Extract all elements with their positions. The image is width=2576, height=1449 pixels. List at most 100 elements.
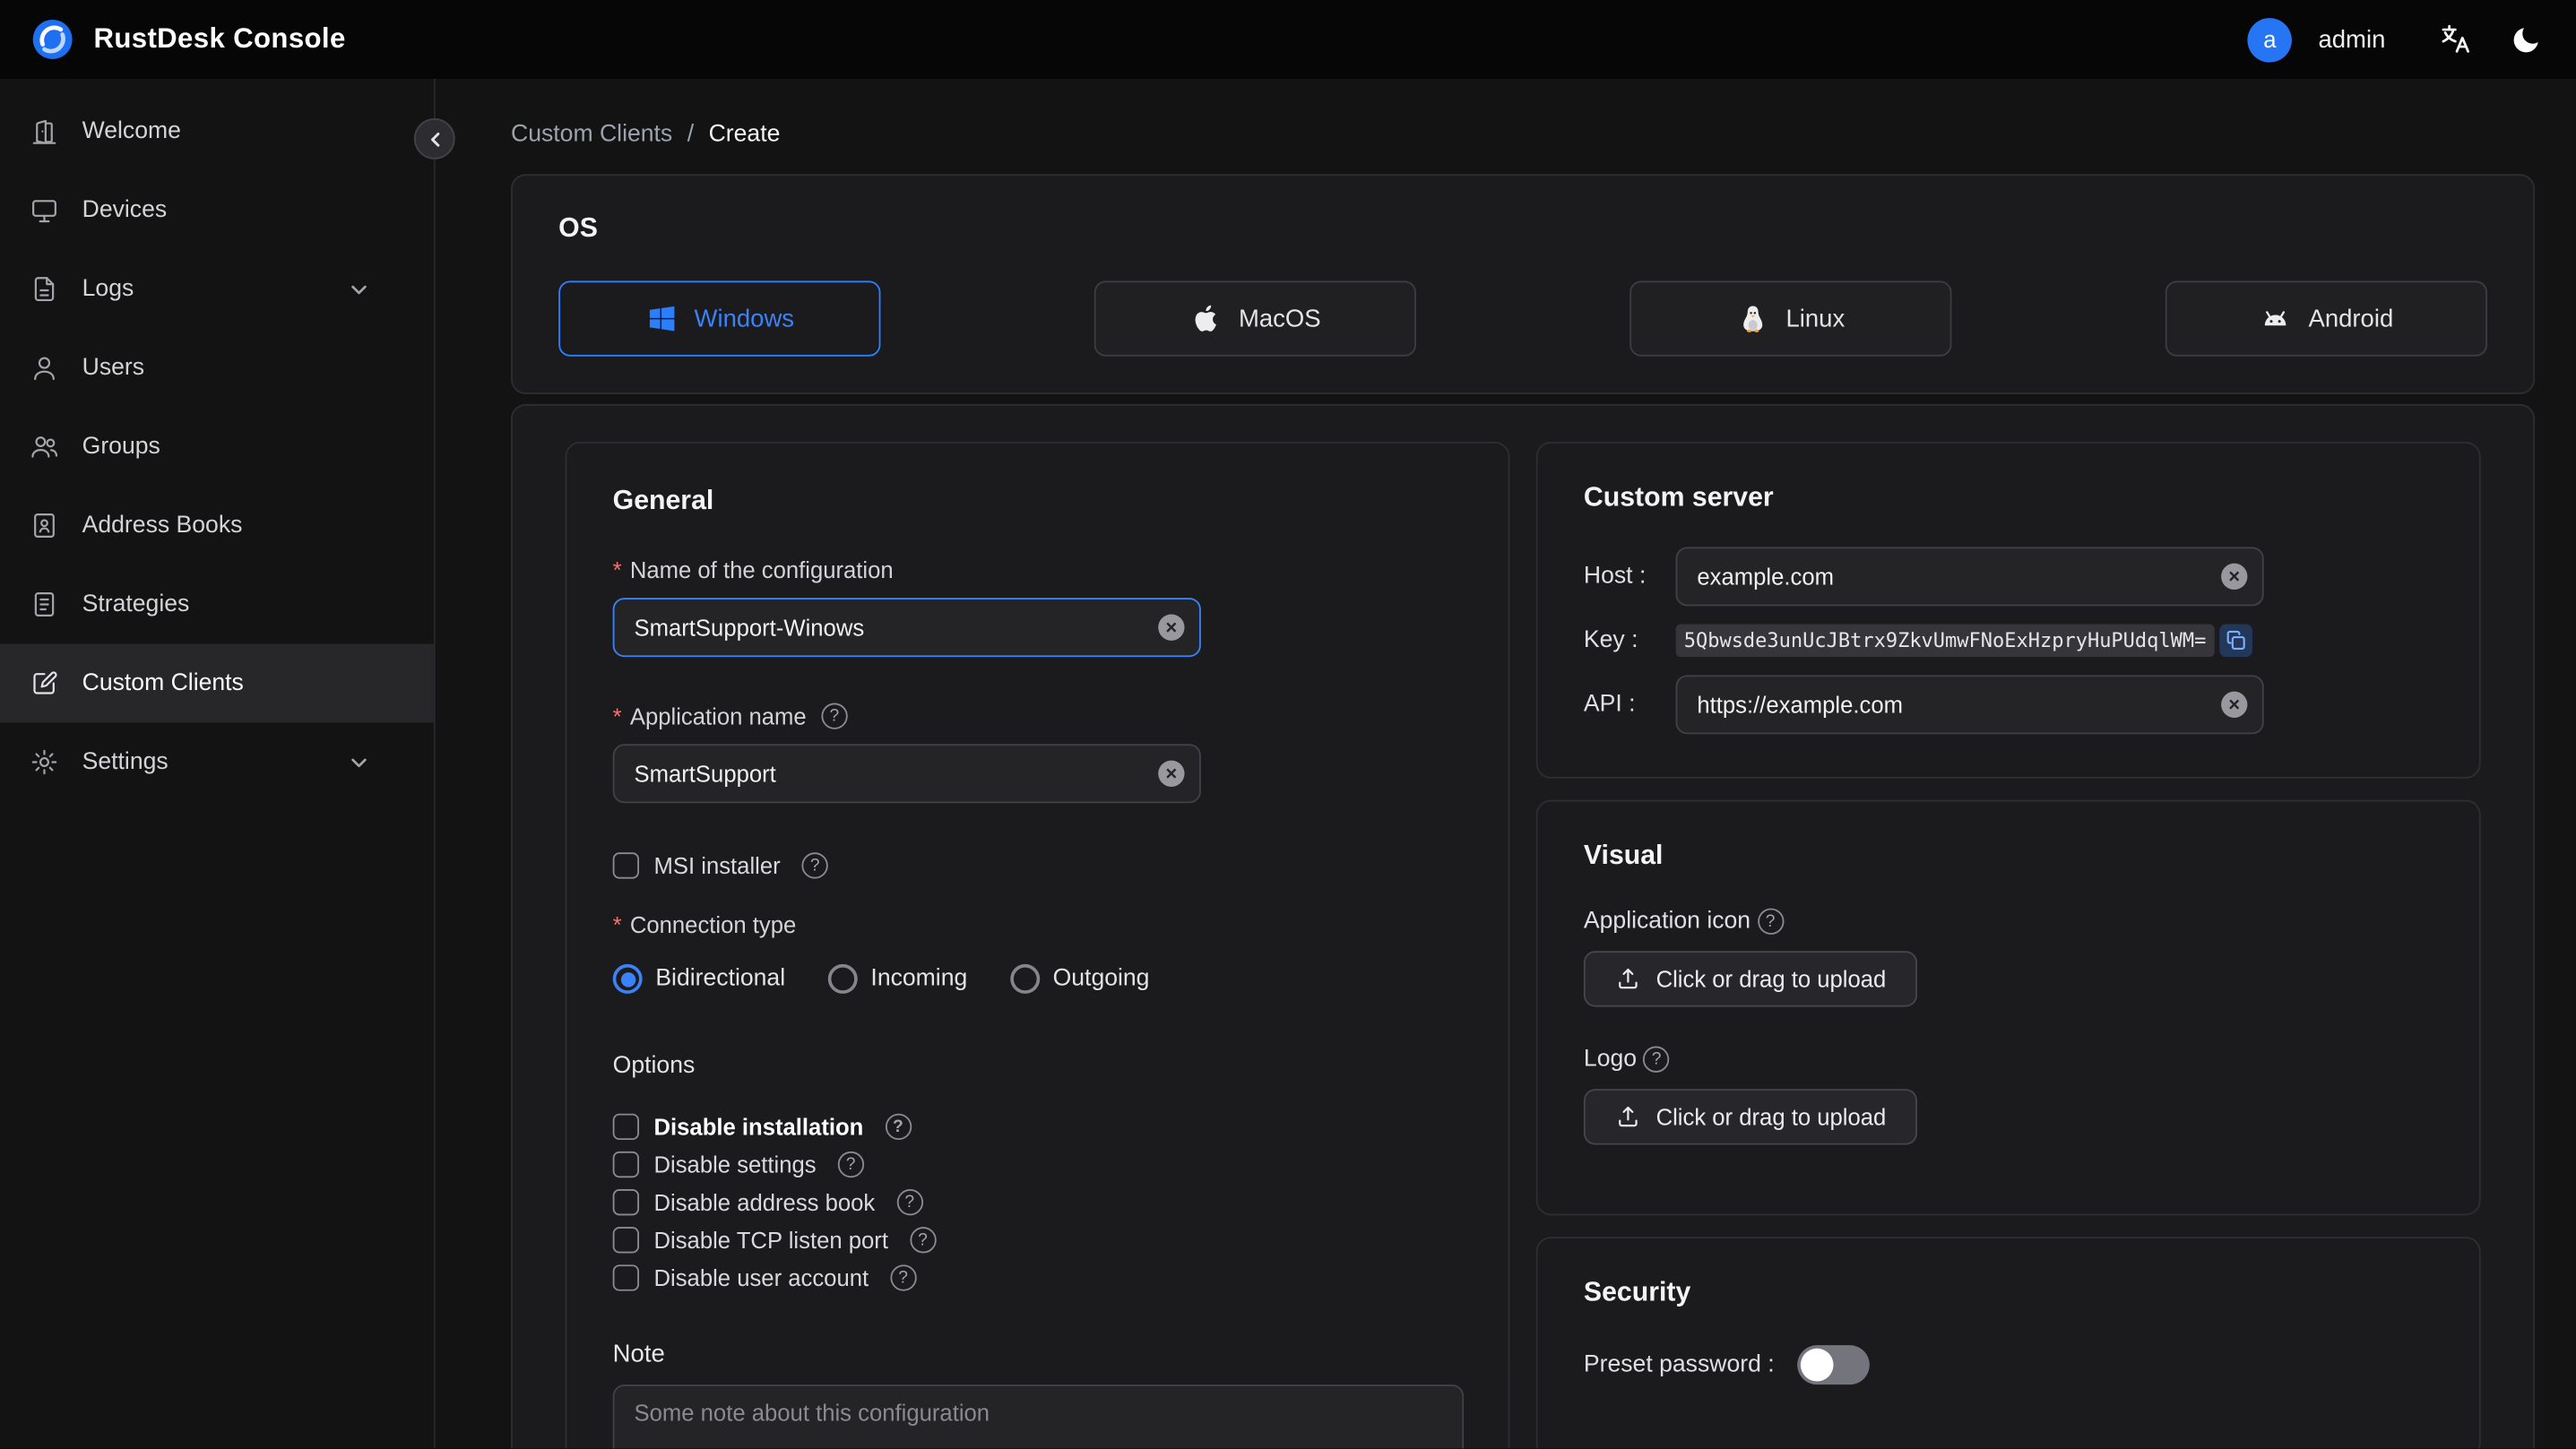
sidebar-item-custom-clients[interactable]: Custom Clients xyxy=(0,643,434,723)
visual-section: Visual Application icon ? Click or drag … xyxy=(1535,799,2481,1216)
sidebar-item-label: Custom Clients xyxy=(82,669,244,697)
copy-key-button[interactable] xyxy=(2219,624,2252,658)
visual-title: Visual xyxy=(1583,841,1664,871)
sidebar-collapse-button[interactable] xyxy=(413,117,455,160)
sidebar-item-devices[interactable]: Devices xyxy=(0,171,434,250)
option-disable-settings: Disable settings ? xyxy=(612,1151,1463,1178)
application-icon-upload-button[interactable]: Click or drag to upload xyxy=(1583,951,1918,1007)
upload-icon xyxy=(1619,968,1638,989)
connection-type-radio-group: Bidirectional Incoming Outgoing xyxy=(612,963,1463,994)
checkbox[interactable] xyxy=(612,1189,639,1216)
preset-password-row: Preset password : xyxy=(1584,1345,2433,1385)
radio-bidirectional[interactable]: Bidirectional xyxy=(612,963,785,994)
clear-icon[interactable]: × xyxy=(2221,563,2248,591)
options-list: Disable installation ? Disable settings … xyxy=(612,1113,1463,1291)
sidebar-item-users[interactable]: Users xyxy=(0,329,434,408)
breadcrumb-section[interactable]: Custom Clients xyxy=(511,122,672,148)
username: admin xyxy=(2318,25,2386,54)
security-section: Security Preset password : xyxy=(1535,1237,2481,1449)
sidebar-item-groups[interactable]: Groups xyxy=(0,408,434,487)
sidebar-item-label: Users xyxy=(82,354,145,382)
help-icon[interactable]: ? xyxy=(896,1189,923,1216)
sidebar-item-label: Strategies xyxy=(82,591,190,618)
dark-mode-moon-icon[interactable] xyxy=(2503,18,2546,61)
required-mark: * xyxy=(612,911,622,938)
help-icon[interactable]: ? xyxy=(837,1151,864,1178)
sidebar-item-logs[interactable]: Logs xyxy=(0,250,434,329)
os-button-android[interactable]: Android xyxy=(2165,280,2488,357)
help-icon[interactable]: ? xyxy=(1757,908,1784,935)
app-title: RustDesk Console xyxy=(93,22,346,55)
api-row: API : × xyxy=(1584,675,2433,735)
help-icon[interactable]: ? xyxy=(1643,1046,1670,1073)
clear-icon[interactable]: × xyxy=(1158,760,1185,787)
sidebar-item-label: Devices xyxy=(82,196,168,224)
help-icon[interactable]: ? xyxy=(885,1113,912,1141)
clear-icon[interactable]: × xyxy=(1158,614,1185,641)
config-name-input[interactable] xyxy=(612,598,1201,658)
os-button-macos[interactable]: MacOS xyxy=(1094,280,1416,357)
msi-installer-checkbox[interactable] xyxy=(612,852,639,879)
radio-incoming[interactable]: Incoming xyxy=(827,963,967,994)
option-disable-installation: Disable installation ? xyxy=(612,1113,1463,1141)
host-label: Host : xyxy=(1583,563,1647,591)
note-label: Note xyxy=(612,1340,665,1368)
sidebar: Welcome Devices Logs Users Groups Addres… xyxy=(0,78,455,1449)
msi-installer-row: MSI installer ? xyxy=(612,852,1463,879)
clear-icon[interactable]: × xyxy=(2221,691,2248,718)
shell: Welcome Devices Logs Users Groups Addres… xyxy=(0,78,2576,1449)
os-button-label: Linux xyxy=(1785,305,1846,333)
os-options-row: Windows MacOS Linux Android xyxy=(558,280,2488,357)
radio-outgoing[interactable]: Outgoing xyxy=(1009,963,1149,994)
option-disable-user-account: Disable user account ? xyxy=(612,1264,1463,1291)
msi-installer-label: MSI installer xyxy=(653,852,781,879)
sidebar-item-address-books[interactable]: Address Books xyxy=(0,487,434,565)
os-button-label: Android xyxy=(2308,305,2394,333)
strategy-document-icon xyxy=(34,592,55,617)
android-icon xyxy=(2265,311,2286,326)
checkbox[interactable] xyxy=(612,1227,639,1254)
sidebar-item-strategies[interactable]: Strategies xyxy=(0,565,434,644)
app-root: RustDesk Console a admin Welcome Devices… xyxy=(0,0,2576,1449)
required-mark: * xyxy=(612,556,622,583)
custom-server-rows: Host : × Key : 5Qbwsde3unUcJBtrx9ZkvUmwF… xyxy=(1583,547,2433,735)
server-key-value: 5Qbwsde3unUcJBtrx9ZkvUmwFNoExHzpryHuPUdq… xyxy=(1675,624,2215,658)
help-icon[interactable]: ? xyxy=(801,852,828,879)
application-name-input[interactable] xyxy=(612,744,1201,804)
logo-upload-button[interactable]: Click or drag to upload xyxy=(1583,1089,1918,1145)
sidebar-item-welcome[interactable]: Welcome xyxy=(0,92,434,171)
host-input[interactable] xyxy=(1675,547,2264,607)
os-button-linux[interactable]: Linux xyxy=(1629,280,1952,357)
help-icon[interactable]: ? xyxy=(909,1227,937,1254)
sidebar-item-settings[interactable]: Settings xyxy=(0,722,434,801)
user-icon xyxy=(34,357,55,381)
api-input[interactable] xyxy=(1675,675,2264,735)
radio-icon xyxy=(612,963,643,994)
options-label: Options xyxy=(612,1052,696,1080)
radio-icon xyxy=(1009,963,1040,994)
os-button-windows[interactable]: Windows xyxy=(558,280,881,357)
key-row: Key : 5Qbwsde3unUcJBtrx9ZkvUmwFNoExHzpry… xyxy=(1584,624,2433,658)
copy-icon xyxy=(2226,630,2245,650)
users-icon xyxy=(31,436,58,458)
sidebar-item-label: Welcome xyxy=(82,117,181,145)
gear-icon xyxy=(31,749,57,775)
avatar[interactable]: a xyxy=(2247,17,2293,62)
checkbox[interactable] xyxy=(612,1113,639,1141)
chevron-left-icon xyxy=(430,132,439,146)
config-name-input-wrap: × xyxy=(612,598,1201,658)
note-textarea[interactable] xyxy=(612,1384,1465,1449)
door-icon xyxy=(32,119,56,144)
translate-icon[interactable] xyxy=(2434,18,2477,61)
checkbox[interactable] xyxy=(612,1264,639,1291)
help-icon[interactable]: ? xyxy=(821,703,848,729)
api-input-wrap: × xyxy=(1675,675,2264,735)
checkbox[interactable] xyxy=(612,1151,639,1178)
application-name-input-wrap: × xyxy=(612,744,1201,804)
help-icon[interactable]: ? xyxy=(889,1264,917,1291)
chevron-down-icon xyxy=(351,284,367,294)
file-text-icon xyxy=(34,277,55,302)
preset-password-toggle[interactable] xyxy=(1797,1345,1870,1385)
general-title: General xyxy=(612,486,714,516)
radio-icon xyxy=(827,963,858,994)
